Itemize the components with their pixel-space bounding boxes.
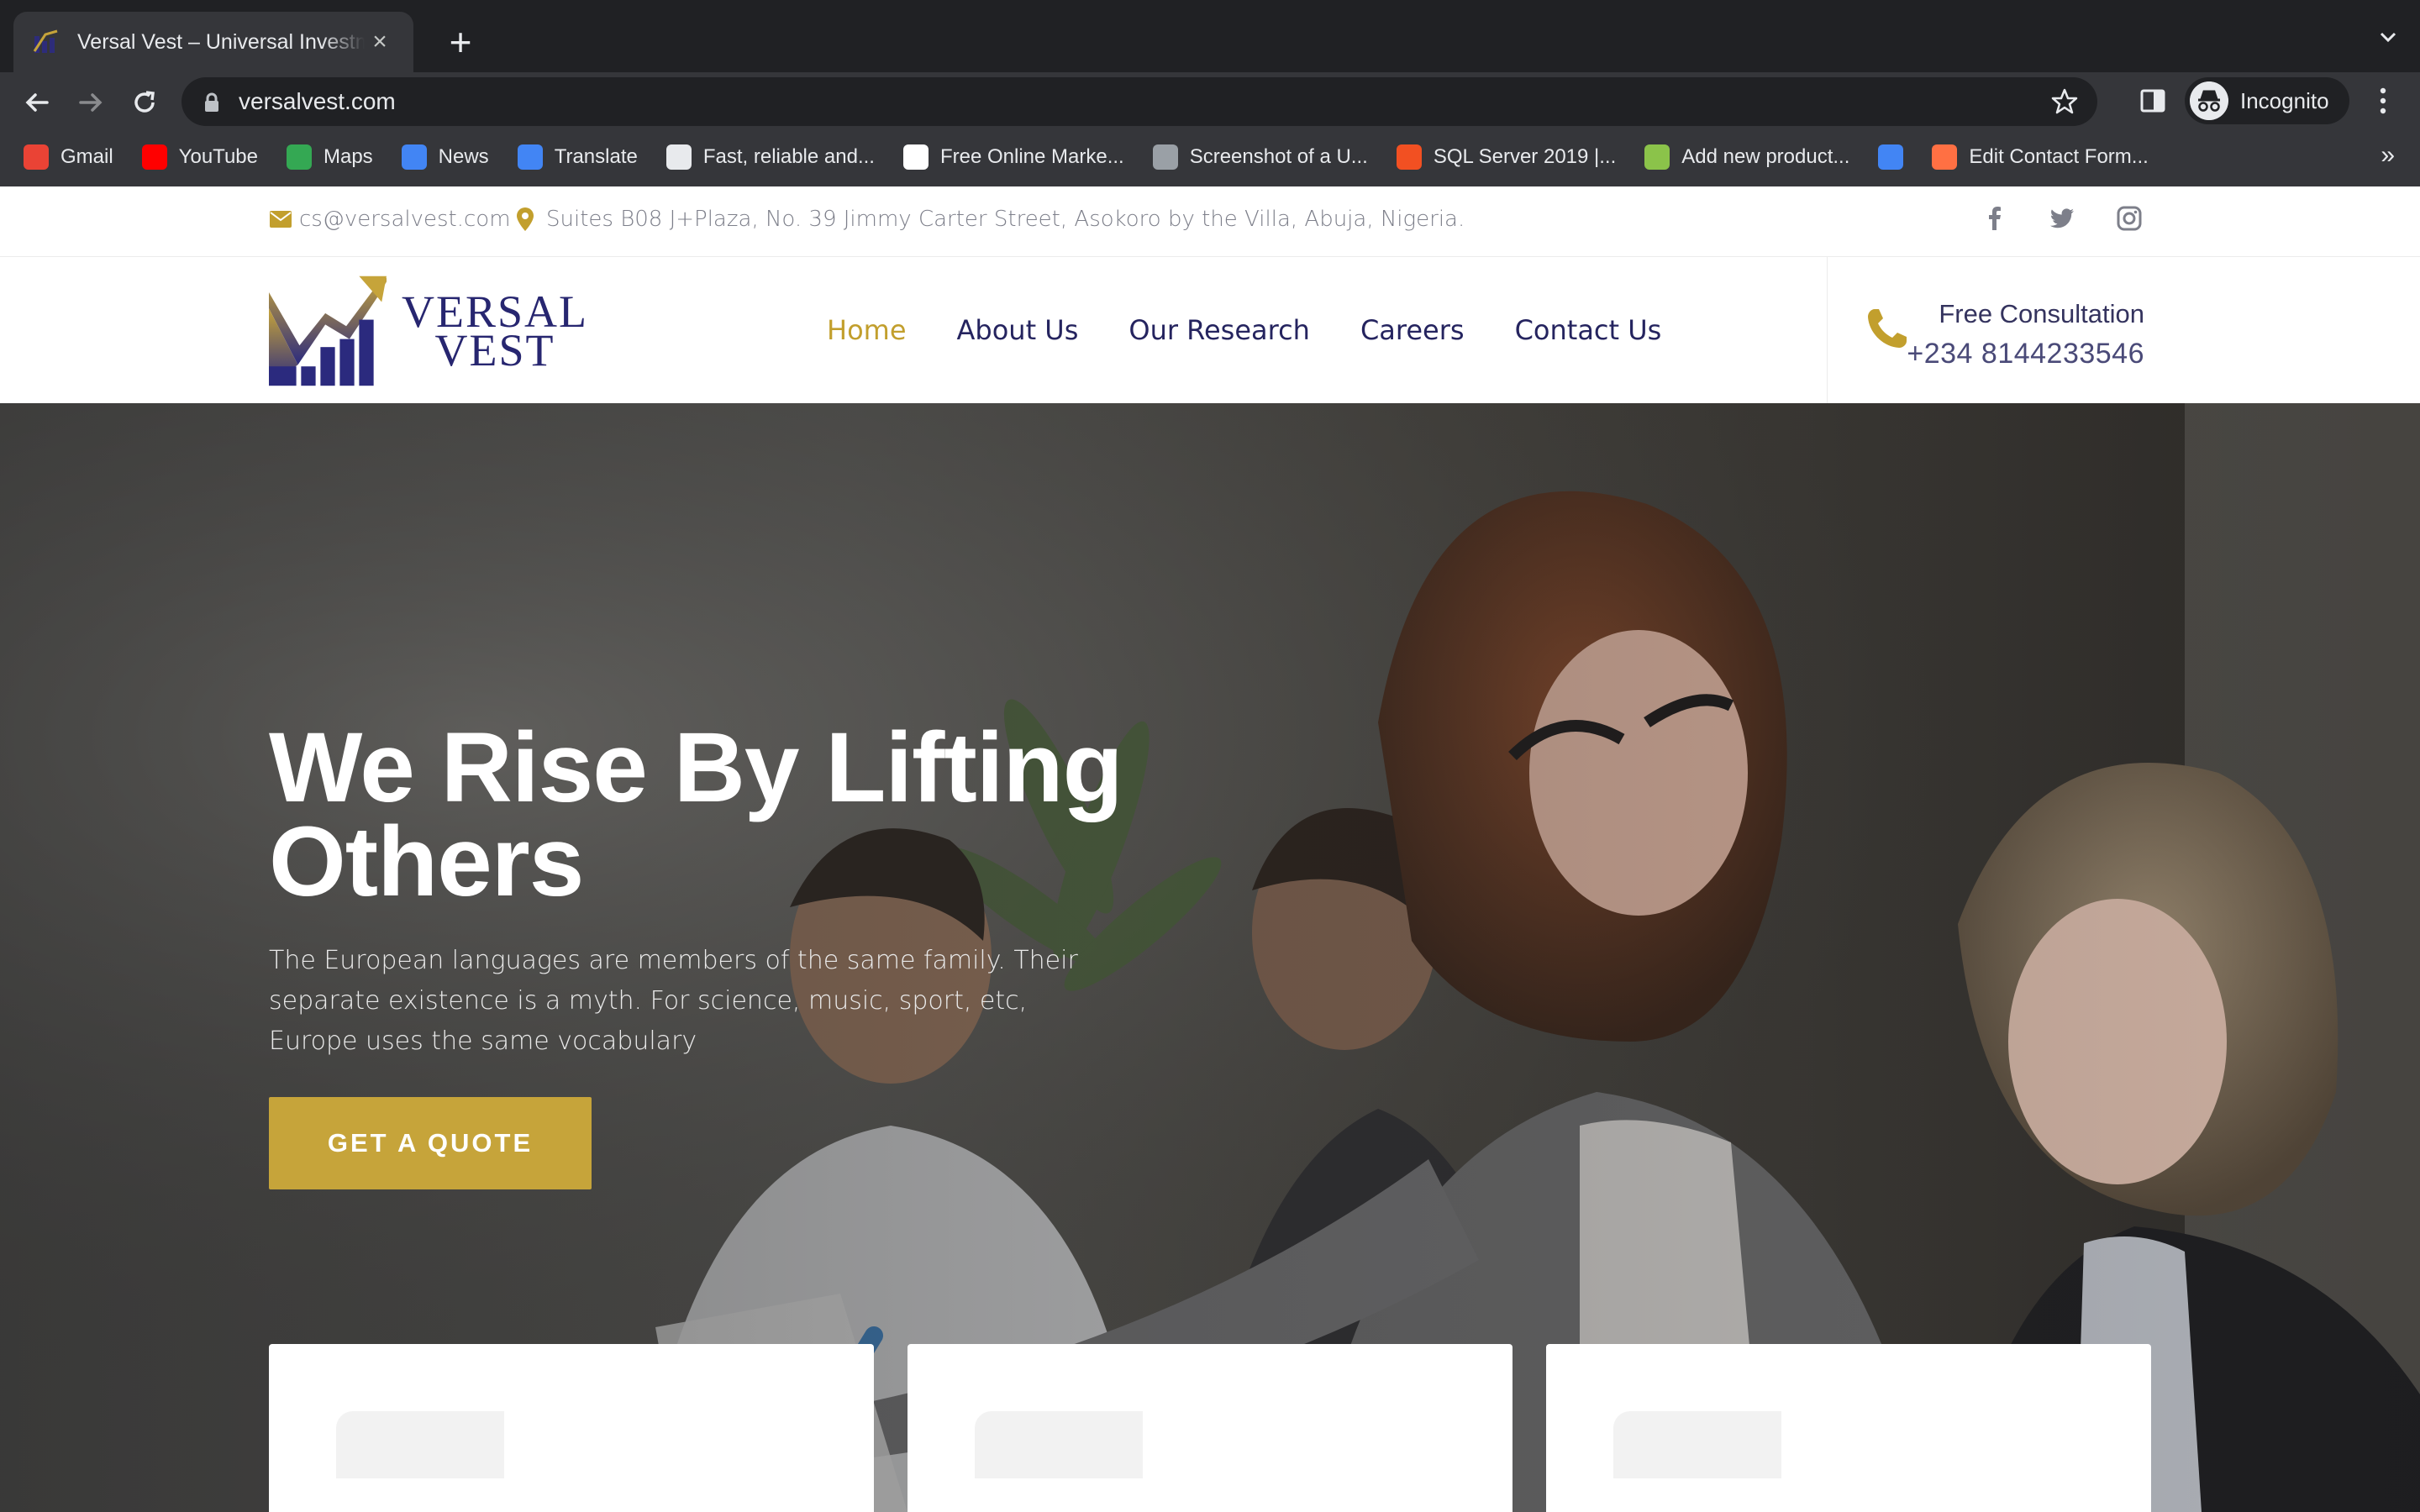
social-links [1981,205,2143,232]
browser-menu-icon[interactable] [2375,86,2391,116]
at-icon [666,144,692,170]
bookmark-item[interactable]: Gmail [24,144,113,170]
bookmark-label: Add new product... [1681,145,1850,168]
bookmark-item[interactable]: Add new product... [1644,144,1849,170]
twitter-icon[interactable] [2049,205,2075,232]
instagram-icon[interactable] [2116,205,2143,232]
feature-card-3[interactable] [1546,1344,2151,1512]
bookmark-item[interactable]: Fast, reliable and... [666,144,875,170]
bookmarks-bar: Gmail YouTube Maps News Translate Fast, relia… [0,131,2420,183]
translate-icon [517,144,543,170]
bookmarks-overflow-icon[interactable]: » [2381,141,2395,170]
tab-versal-vest[interactable]: Versal Vest – Universal Investm × [13,12,413,72]
bookmark-label: SQL Server 2019 |... [1433,145,1617,168]
bookmark-item[interactable]: SQL Server 2019 |... [1396,144,1617,170]
globe-icon [1152,144,1178,170]
topbar-email[interactable]: cs@versalvest.com [269,207,511,232]
consultation-phone[interactable]: +234 8144233546 [1907,338,2144,370]
product-icon [1644,144,1670,170]
hero-title: We Rise By Lifting Others [269,712,1123,917]
bookmark-label: Fast, reliable and... [702,145,875,168]
bookmark-item[interactable]: News [401,144,489,170]
bookmark-label: Free Online Marke... [939,145,1124,168]
site-topbar: cs@versalvest.com Suites B08 J+Plaza, No… [0,186,2420,257]
get-a-quote-button[interactable]: GET A QUOTE [269,1097,592,1189]
hero-description: The European languages are members of th… [269,946,1078,1056]
consultation-label: Free Consultation [1939,299,2144,328]
facebook-icon[interactable] [1981,205,2008,232]
reload-icon[interactable] [128,86,161,119]
bookmark-item[interactable]: Edit Contact Form... [1932,144,2149,170]
lock-icon [205,92,218,112]
form-icon [1932,144,1958,170]
gmail-icon [24,144,49,170]
bookmark-item[interactable]: YouTube [141,144,258,170]
bookmark-item[interactable]: Screenshot of a U... [1152,144,1368,170]
email-text: cs@versalvest.com [299,207,511,232]
news-icon [401,144,427,170]
incognito-profile-button[interactable]: Incognito [2185,77,2349,124]
nav-home[interactable]: Home [827,314,907,346]
bookmark-item[interactable]: Translate [517,144,638,170]
tab-title: Versal Vest – Universal Investm [77,29,365,54]
maps-icon [286,144,312,170]
youtube-icon [141,144,167,170]
bookmark-item[interactable] [1878,144,1915,170]
bookmark-label: Edit Contact Form... [1969,145,2149,168]
bookmark-item[interactable]: Maps [286,144,373,170]
url-text: versalvest.com [239,88,396,114]
site-header: VERSAL VEST Home About Us Our Research C… [0,257,2420,403]
nav-about-us[interactable]: About Us [957,314,1079,346]
bookmark-star-icon[interactable] [2050,87,2079,116]
browser-toolbar: versalvest.com Incognito [0,72,2420,129]
logo-mark-icon [269,276,387,386]
feature-card-2[interactable] [908,1344,1512,1512]
tab-search-chevron-icon[interactable] [2378,27,2398,47]
envelope-icon [270,211,292,228]
address-text: Suites B08 J+Plaza, No. 39 Jimmy Carter … [546,207,1465,232]
forward-arrow-icon[interactable] [74,86,108,119]
phone-icon [1868,309,1907,348]
new-tab-button[interactable]: + [437,18,484,66]
card-icon-placeholder [1613,1411,1781,1478]
bookmark-item[interactable]: Free Online Marke... [902,144,1124,170]
incognito-icon [2190,81,2228,120]
bookmark-label: Gmail [60,145,113,168]
bookmark-label: Maps [323,145,373,168]
card-icon-placeholder [975,1411,1143,1478]
back-arrow-icon[interactable] [20,86,54,119]
topbar-address: Suites B08 J+Plaza, No. 39 Jimmy Carter … [516,207,1465,232]
versal-vest-logo[interactable]: VERSAL VEST [269,274,588,388]
logo-wordmark: VERSAL VEST [402,289,588,373]
versal-vest-favicon-icon [33,29,58,53]
main-nav: Home About Us Our Research Careers Conta… [827,257,1661,403]
docs-icon [1878,144,1904,170]
side-panel-icon[interactable] [2139,87,2166,114]
bookmark-label: YouTube [178,145,258,168]
nav-contact-us[interactable]: Contact Us [1515,314,1662,346]
nav-our-research[interactable]: Our Research [1128,314,1310,346]
map-pin-icon [517,207,534,231]
nav-careers[interactable]: Careers [1360,314,1465,346]
bookmark-label: Screenshot of a U... [1189,145,1368,168]
hero-section: We Rise By Lifting Others The European l… [0,403,2420,1512]
card-icon-placeholder [336,1411,504,1478]
website-viewport: cs@versalvest.com Suites B08 J+Plaza, No… [0,186,2420,1512]
tab-strip: Versal Vest – Universal Investm × + [0,0,2420,72]
feature-card-1[interactable] [269,1344,874,1512]
address-bar[interactable]: versalvest.com [182,77,2097,126]
free-consultation-block[interactable]: Free Consultation +234 8144233546 [1827,257,2420,403]
google-icon [902,144,929,170]
incognito-label: Incognito [2240,87,2329,113]
tab-close-icon[interactable]: × [365,28,395,56]
microsoft-icon [1396,144,1422,170]
bookmark-label: Translate [554,145,638,168]
browser-chrome: Versal Vest – Universal Investm × + vers… [0,0,2420,186]
bookmark-label: News [438,145,489,168]
